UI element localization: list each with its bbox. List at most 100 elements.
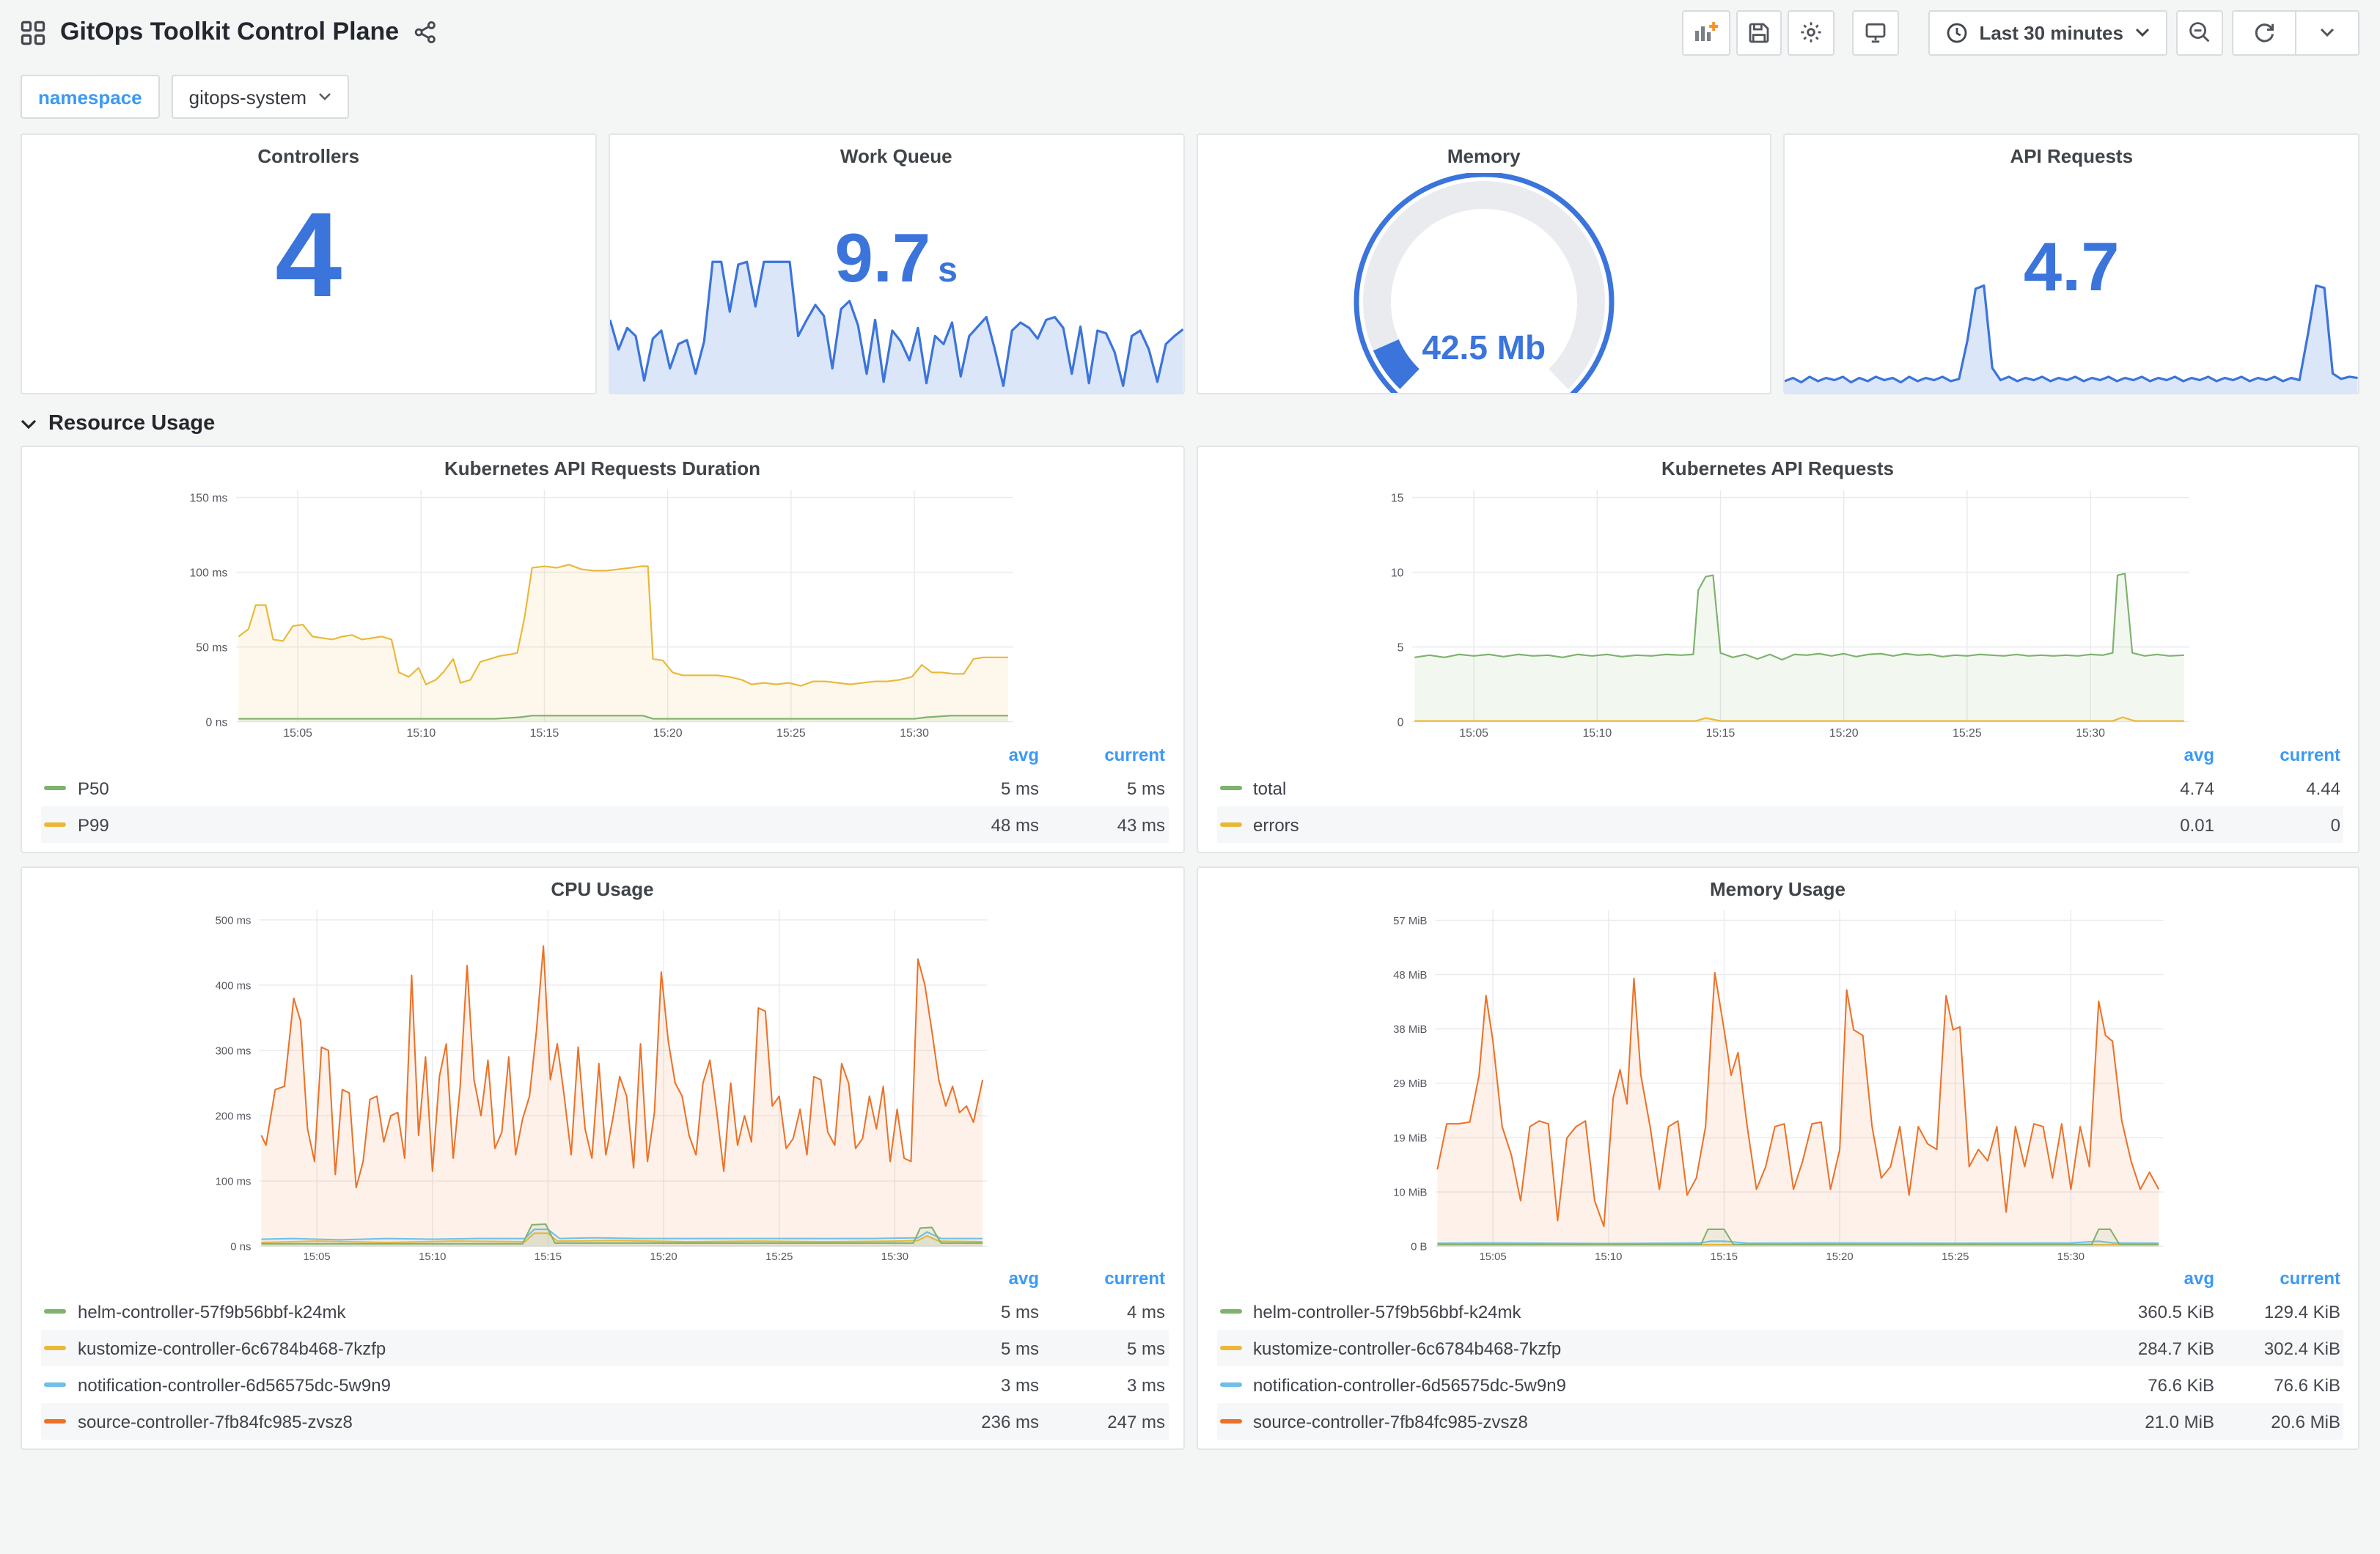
legend-current-value: 20.6 MiB bbox=[2271, 1411, 2340, 1432]
refresh-interval-caret[interactable] bbox=[2295, 11, 2358, 54]
add-panel-button[interactable] bbox=[1681, 10, 1730, 55]
legend-header-current[interactable]: current bbox=[2214, 1268, 2340, 1289]
refresh-button-group bbox=[2232, 10, 2359, 55]
namespace-variable-dropdown[interactable]: gitops-system bbox=[171, 75, 350, 119]
memory-chart[interactable]: 15:05 15:10 15:15 15:20 15:25 15:30 0 B 10 MiB 1… bbox=[1197, 900, 2358, 1265]
controllers-stat-value: 4 bbox=[275, 189, 342, 323]
share-icon[interactable] bbox=[414, 21, 437, 44]
requests-legend: avg current total 4.74 4.44 errors 0.01 0 bbox=[1197, 742, 2358, 852]
svg-text:15:05: 15:05 bbox=[1478, 1251, 1505, 1263]
time-range-label: Last 30 minutes bbox=[1979, 21, 2123, 43]
variables-row: namespace gitops-system bbox=[0, 65, 2380, 122]
legend-header: avg current bbox=[1216, 1265, 2343, 1293]
svg-text:15:30: 15:30 bbox=[2075, 727, 2104, 740]
svg-text:400 ms: 400 ms bbox=[216, 980, 251, 992]
legend-series-name[interactable]: helm-controller-57f9b56bbf-k24mk bbox=[1253, 1301, 2088, 1322]
svg-text:29 MiB: 29 MiB bbox=[1392, 1078, 1426, 1090]
svg-text:500 ms: 500 ms bbox=[216, 915, 251, 927]
monitor-icon bbox=[1863, 21, 1887, 43]
panel-title[interactable]: Kubernetes API Requests bbox=[1197, 447, 2358, 479]
legend-series-name[interactable]: errors bbox=[1253, 814, 2088, 835]
legend-series-name[interactable]: notification-controller-6d56575dc-5w9n9 bbox=[1253, 1374, 2088, 1395]
panel-title[interactable]: Work Queue bbox=[610, 135, 1183, 167]
chevron-down-icon bbox=[21, 419, 37, 429]
cpu-chart[interactable]: 15:05 15:10 15:15 15:20 15:25 15:30 0 ns 100 ms… bbox=[22, 900, 1183, 1265]
svg-text:100 ms: 100 ms bbox=[189, 567, 227, 579]
legend-current-value: 5 ms bbox=[1126, 1338, 1165, 1358]
legend-avg-value: 4.74 bbox=[2180, 778, 2214, 798]
legend-header-avg[interactable]: avg bbox=[913, 745, 1039, 765]
legend-avg-value: 284.7 KiB bbox=[2137, 1338, 2214, 1358]
legend-header-current[interactable]: current bbox=[1039, 1268, 1165, 1289]
legend-current-value: 129.4 KiB bbox=[2263, 1301, 2340, 1322]
svg-text:15:10: 15:10 bbox=[419, 1251, 446, 1263]
legend-header-avg[interactable]: avg bbox=[2088, 1268, 2214, 1289]
row-toggle-resource-usage[interactable]: Resource Usage bbox=[0, 394, 2380, 446]
svg-text:15:25: 15:25 bbox=[1941, 1251, 1968, 1263]
legend-series-name[interactable]: P99 bbox=[78, 814, 913, 835]
series-color-dash bbox=[44, 1382, 66, 1387]
legend-header: avg current bbox=[1216, 742, 2343, 770]
panel-title[interactable]: Memory bbox=[1197, 135, 1771, 167]
legend-series-name[interactable]: source-controller-7fb84fc985-zvsz8 bbox=[1253, 1411, 2088, 1432]
svg-text:15:05: 15:05 bbox=[1458, 727, 1488, 740]
charts-grid: Kubernetes API Requests Duration 15:05 15… bbox=[0, 446, 2380, 1465]
svg-text:15:20: 15:20 bbox=[1829, 727, 1858, 740]
svg-text:15:10: 15:10 bbox=[406, 727, 436, 740]
series-color-dash bbox=[1219, 1309, 1241, 1314]
legend-header-current[interactable]: current bbox=[2214, 745, 2340, 765]
svg-text:0 ns: 0 ns bbox=[230, 1242, 251, 1253]
refresh-icon bbox=[2252, 21, 2276, 44]
legend-row: kustomize-controller-6c6784b468-7kzfp 284… bbox=[1216, 1330, 2343, 1366]
save-button[interactable] bbox=[1736, 10, 1782, 55]
panel-title[interactable]: Kubernetes API Requests Duration bbox=[22, 447, 1183, 479]
variable-label: namespace bbox=[38, 86, 142, 108]
duration-chart[interactable]: 15:05 15:10 15:15 15:20 15:25 15:30 0 ns 50 ms 1… bbox=[22, 479, 1183, 742]
series-color-dash bbox=[1219, 822, 1241, 827]
zoom-out-button[interactable] bbox=[2176, 10, 2223, 55]
panel-controllers: Controllers 4 bbox=[21, 133, 597, 394]
panel-title[interactable]: CPU Usage bbox=[22, 868, 1183, 900]
legend-series-name[interactable]: total bbox=[1253, 778, 2088, 798]
panel-title[interactable]: API Requests bbox=[1785, 135, 2359, 167]
namespace-variable-label[interactable]: namespace bbox=[21, 75, 160, 119]
series-color-dash bbox=[1219, 1382, 1241, 1387]
legend-header-current[interactable]: current bbox=[1039, 745, 1165, 765]
dashboard-header: GitOps Toolkit Control Plane Last 30 min… bbox=[0, 0, 2380, 65]
work-queue-stat-value: 9.7 s bbox=[834, 218, 958, 296]
svg-text:15:15: 15:15 bbox=[1705, 727, 1735, 740]
time-range-picker[interactable]: Last 30 minutes bbox=[1928, 10, 2167, 55]
legend-series-name[interactable]: source-controller-7fb84fc985-zvsz8 bbox=[78, 1411, 913, 1432]
refresh-button[interactable] bbox=[2233, 11, 2295, 54]
series-color-dash bbox=[44, 822, 66, 827]
legend-series-name[interactable]: notification-controller-6d56575dc-5w9n9 bbox=[78, 1374, 913, 1395]
svg-text:38 MiB: 38 MiB bbox=[1392, 1024, 1426, 1036]
panel-title[interactable]: Memory Usage bbox=[1197, 868, 2358, 900]
panel-title[interactable]: Controllers bbox=[22, 135, 595, 167]
svg-text:100 ms: 100 ms bbox=[216, 1176, 251, 1188]
stat-panels-row: Controllers 4 Work Queue 9.7 s Memory 42.… bbox=[0, 122, 2380, 394]
legend-header-avg[interactable]: avg bbox=[913, 1268, 1039, 1289]
svg-text:15:30: 15:30 bbox=[2057, 1251, 2084, 1263]
svg-text:15:20: 15:20 bbox=[1825, 1251, 1852, 1263]
caret-down-icon bbox=[318, 92, 331, 101]
legend-current-value: 4.44 bbox=[2306, 778, 2340, 798]
legend-current-value: 247 ms bbox=[1107, 1411, 1165, 1432]
apps-grid-icon[interactable] bbox=[21, 20, 45, 45]
legend-avg-value: 5 ms bbox=[1000, 778, 1039, 798]
legend-series-name[interactable]: helm-controller-57f9b56bbf-k24mk bbox=[78, 1301, 913, 1322]
settings-button[interactable] bbox=[1787, 10, 1834, 55]
legend-series-name[interactable]: P50 bbox=[78, 778, 913, 798]
legend-row: notification-controller-6d56575dc-5w9n9 3… bbox=[41, 1366, 1168, 1403]
svg-text:15: 15 bbox=[1390, 492, 1403, 504]
requests-chart[interactable]: 15:05 15:10 15:15 15:20 15:25 15:30 0 5 10 15 bbox=[1197, 479, 2358, 742]
tv-mode-button[interactable] bbox=[1851, 10, 1899, 55]
panel-api-requests-stat: API Requests 4.7 bbox=[1783, 133, 2359, 394]
legend-series-name[interactable]: kustomize-controller-6c6784b468-7kzfp bbox=[78, 1338, 913, 1358]
legend-header-avg[interactable]: avg bbox=[2088, 745, 2214, 765]
svg-text:10 MiB: 10 MiB bbox=[1392, 1187, 1426, 1199]
legend-row: kustomize-controller-6c6784b468-7kzfp 5 m… bbox=[41, 1330, 1168, 1366]
legend-series-name[interactable]: kustomize-controller-6c6784b468-7kzfp bbox=[1253, 1338, 2088, 1358]
cpu-legend: avg current helm-controller-57f9b56bbf-k24… bbox=[22, 1265, 1183, 1448]
caret-down-icon bbox=[2135, 27, 2150, 37]
